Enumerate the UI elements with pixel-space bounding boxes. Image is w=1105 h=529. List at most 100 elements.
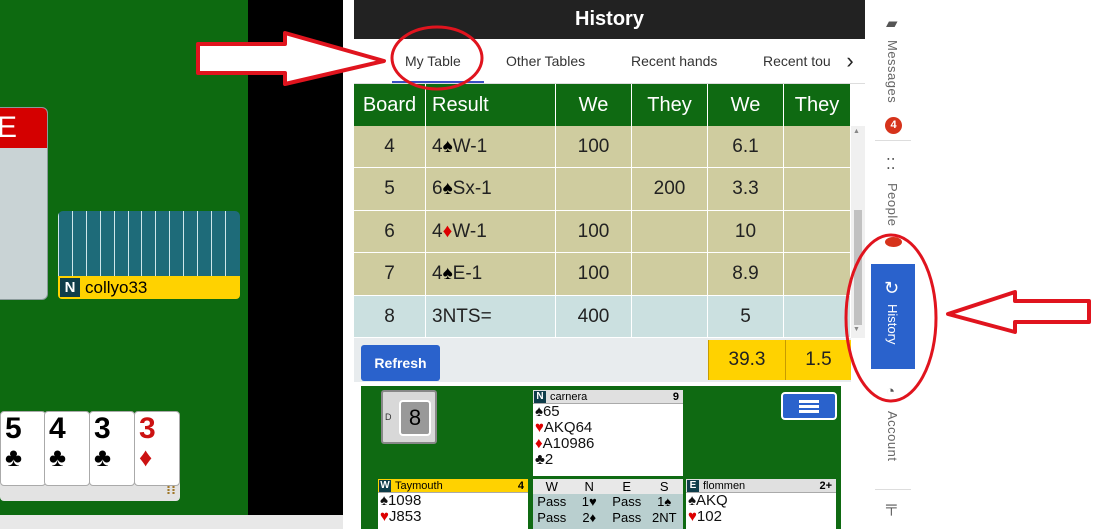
bid: Pass (612, 494, 642, 509)
table-row[interactable]: 7 4♠E-1 100 8.9 (354, 253, 851, 296)
bid: 2NT (651, 510, 677, 525)
diamond-suit-icon: ♦ (535, 435, 543, 452)
table-scrollbar[interactable]: ▲ ▼ (851, 126, 865, 338)
hearts-line: ♥J853 (378, 509, 528, 525)
account-icon: ◔ (886, 383, 896, 400)
tab-recent-hands[interactable]: Recent hands (631, 53, 717, 69)
deal-diagram: D 8 N carnera 9 ♠65 ♥AKQ64 ♦A10986 ♣2 W … (361, 386, 841, 529)
club-cards: 2 (544, 451, 554, 468)
hcp-count: 4 (517, 479, 524, 492)
total-they: 1.5 (785, 340, 851, 380)
diamond-cards: A10986 (542, 435, 595, 452)
seat-indicator-north: N (60, 278, 80, 297)
spades-line: ♠65 (533, 404, 683, 420)
people-icon: ⁚⁚ (886, 156, 896, 173)
heart-cards: J853 (388, 508, 422, 525)
player-box-east-header: E (0, 108, 47, 148)
table-footer: Refresh 39.3 1.5 (354, 338, 851, 382)
cell-board: 5 (354, 168, 426, 210)
scroll-up-icon[interactable]: ▲ (853, 128, 860, 135)
table-row[interactable]: 4 4♠W-1 100 6.1 (354, 126, 851, 169)
auction-col-w: W (545, 479, 558, 494)
north-card-backs (58, 211, 240, 276)
spade-suit-icon: ♠ (442, 136, 453, 157)
sidebar-item-bottom[interactable]: ╤ (871, 492, 915, 529)
clubs-line: ♣2 (533, 452, 683, 468)
chevron-right-icon[interactable]: › (835, 39, 865, 83)
cell-we: 100 (556, 210, 632, 253)
column-header-they-score: They (632, 84, 708, 126)
tab-my-table[interactable]: My Table (405, 53, 461, 69)
sidebar-item-history[interactable]: ↻ History (871, 264, 915, 369)
spade-cards: 1098 (387, 492, 422, 509)
heart-suit-icon: ♥ (380, 508, 389, 525)
table-row[interactable]: 6 4♦W-1 100 10 (354, 210, 851, 254)
table-icon: ╤ (886, 498, 897, 515)
heart-suit-icon: ♥ (535, 419, 544, 436)
bid: Pass (612, 510, 642, 525)
card-rank: 3 (94, 412, 111, 445)
cell-we: 100 (556, 253, 632, 295)
auction-col-e: E (622, 479, 632, 494)
result-level: 3NTS= (432, 305, 492, 327)
playing-card[interactable]: 3 ♣ (89, 411, 135, 486)
history-tabs: My Table Other Tables Recent hands Recen… (354, 39, 865, 84)
hamburger-icon (799, 410, 819, 413)
tab-recent-tourneys[interactable]: Recent tou (763, 53, 831, 69)
heart-suit-icon: ♥ (688, 508, 697, 525)
scrollbar-thumb[interactable] (854, 210, 862, 325)
refresh-button[interactable]: Refresh (361, 345, 440, 381)
column-header-result: Result (426, 84, 556, 126)
seat-indicator: N (534, 390, 546, 403)
result-level: 6 (432, 178, 443, 200)
auction-table: W N E S Pass 1♥ Pass 1♠ Pass 2♦ Pass 2NT (533, 479, 683, 529)
bottom-strip (0, 515, 343, 529)
club-suit-icon: ♣ (94, 442, 112, 472)
sidebar-item-people[interactable]: ⁚⁚ People (871, 141, 915, 264)
diamonds-line: ♦A10986 (533, 436, 683, 452)
history-panel: History My Table Other Tables Recent han… (354, 0, 865, 529)
card-back (224, 211, 238, 276)
hearts-line: ♥102 (686, 509, 836, 525)
playing-card[interactable]: 5 ♣ (0, 411, 46, 486)
hand-east: E flommen 2+ ♠AKQ ♥102 (686, 479, 836, 529)
tab-other-tables[interactable]: Other Tables (506, 53, 585, 69)
spade-suit-icon: ♠ (442, 263, 453, 285)
hearts-line: ♥AKQ64 (533, 420, 683, 436)
spade-suit-icon: ♠ (535, 403, 543, 420)
cell-they-imps (784, 126, 851, 168)
table-row[interactable]: 5 6♠Sx-1 200 3.3 (354, 168, 851, 211)
results-table-body: 4 4♠W-1 100 6.1 5 6♠Sx-1 200 3.3 6 4♦W-1… (354, 126, 851, 338)
card-back (127, 211, 141, 276)
column-header-we-score: We (556, 84, 632, 126)
scroll-down-icon[interactable]: ▼ (853, 326, 860, 333)
playing-card[interactable]: 4 ♣ (44, 411, 90, 486)
hand-west-header: W Taymouth 4 (378, 479, 528, 493)
deal-menu-button[interactable] (781, 392, 837, 420)
auction-col-s: S (659, 479, 669, 494)
history-icon: ↻ (884, 278, 900, 298)
sidebar-label-account: Account (885, 411, 900, 462)
hand-west: W Taymouth 4 ♠1098 ♥J853 (378, 479, 528, 529)
results-table-header: Board Result We They We They (354, 84, 851, 126)
card-back (210, 211, 224, 276)
card-back (169, 211, 182, 276)
result-level: 4 (432, 263, 443, 285)
south-hand: ⁞⁞ 5 ♣ 4 ♣ 3 ♣ 3 ♦ (0, 411, 180, 501)
heart-cards: AKQ64 (543, 419, 593, 436)
playing-card[interactable]: 3 ♦ (134, 411, 180, 486)
result-rest: E-1 (452, 263, 483, 285)
table-row[interactable]: 8 3NTS= 400 5 (354, 295, 851, 338)
sidebar-label-messages: Messages (885, 40, 900, 104)
club-suit-icon: ♣ (5, 442, 23, 472)
spades-line: ♠AKQ (686, 493, 836, 509)
cell-we (556, 168, 632, 210)
sidebar-item-account[interactable]: ◔ Account (871, 369, 915, 489)
sidebar-item-messages[interactable]: ▰ Messages 4 (871, 0, 915, 140)
result-rest: W-1 (452, 220, 487, 242)
cell-they-imps (784, 253, 851, 295)
spade-cards: AKQ (695, 492, 728, 509)
card-back (197, 211, 210, 276)
column-header-board: Board (354, 84, 426, 126)
card-back (141, 211, 154, 276)
